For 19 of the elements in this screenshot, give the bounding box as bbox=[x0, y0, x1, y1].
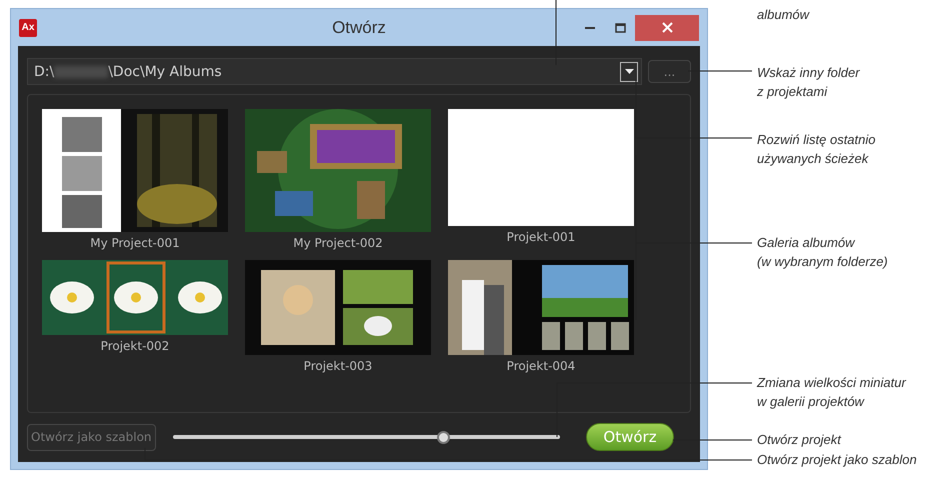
path-field[interactable]: D:\ \Doc\My Albums bbox=[27, 58, 642, 85]
callout-text: Wskaż inny folder z projektami bbox=[757, 64, 860, 101]
callout-text: Zmiana wielkości miniatur w galerii projektów bbox=[757, 374, 906, 411]
callout-text: Otwórz projekt bbox=[757, 431, 841, 449]
app-icon: Ax bbox=[19, 18, 37, 36]
callout-text: Rozwiń listę ostatnio używanych ścieżek bbox=[757, 131, 876, 168]
album-name[interactable]: Projekt-001 bbox=[506, 230, 576, 244]
callout-text: Galeria albumów (w wybranym folderze) bbox=[757, 234, 888, 271]
path-text: \Doc\My Albums bbox=[108, 64, 222, 80]
path-drive: D:\ bbox=[34, 64, 54, 80]
album-name[interactable]: Projekt-003 bbox=[304, 359, 372, 373]
album-name[interactable]: My Project-001 bbox=[90, 236, 180, 250]
callout-text: Otwórz projekt jako szablon bbox=[757, 451, 917, 469]
callout-text: albumów bbox=[757, 6, 810, 24]
browse-button[interactable]: ... bbox=[648, 60, 691, 83]
album-name[interactable]: Projekt-004 bbox=[506, 359, 576, 373]
window-title: Otwórz bbox=[332, 18, 386, 38]
album-name[interactable]: Projekt-002 bbox=[100, 339, 170, 353]
album-name[interactable]: My Project-002 bbox=[293, 236, 383, 250]
